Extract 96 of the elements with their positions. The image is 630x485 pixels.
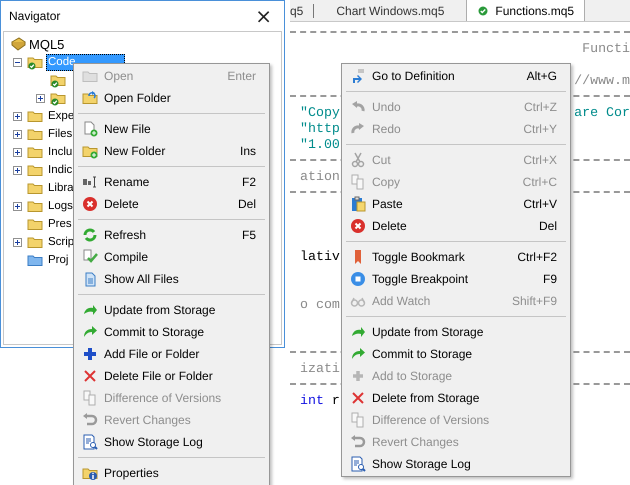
code-text: ation [300, 168, 340, 184]
shortcut-label: Alt+G [526, 69, 557, 83]
code-text: izati [300, 360, 340, 376]
code-text: o com [300, 296, 340, 312]
folder-arrow-icon [82, 90, 98, 106]
menu-item[interactable]: Toggle Breakpoint F9 [344, 268, 568, 290]
shortcut-label: F5 [242, 228, 256, 242]
breakpoint-icon [350, 271, 366, 287]
menu-item[interactable]: Refresh F5 [76, 224, 267, 246]
cross-icon [350, 390, 366, 406]
shortcut-label: Shift+F9 [512, 294, 557, 308]
menu-item[interactable]: Show All Files [76, 268, 267, 290]
shortcut-label: F9 [542, 272, 557, 286]
code-text: lativ [300, 248, 340, 264]
code-text: are Cor [574, 104, 630, 120]
menu-item[interactable]: Compile [76, 246, 267, 268]
tree-item[interactable]: Libra [46, 180, 76, 196]
menu-item[interactable]: New Folder Ins [76, 140, 267, 162]
plus-icon [350, 368, 366, 384]
tree-item[interactable]: Files [46, 126, 74, 142]
revert-icon [350, 434, 366, 450]
menu-item[interactable]: Delete from Storage [344, 387, 568, 409]
menu-item[interactable]: Delete Del [76, 193, 267, 215]
expand-toggle[interactable] [13, 58, 22, 66]
shortcut-label: F2 [242, 175, 256, 189]
tree-root[interactable]: MQL5 [29, 36, 64, 52]
menu-item[interactable]: Go to Definition Alt+G [344, 65, 568, 87]
menu-item[interactable]: Commit to Storage [76, 321, 267, 343]
check-page-icon [82, 249, 98, 265]
menu-item[interactable]: Toggle Bookmark Ctrl+F2 [344, 246, 568, 268]
shortcut-label: Ctrl+V [523, 197, 557, 211]
pages-icon [350, 174, 366, 190]
close-button[interactable]: × [251, 6, 276, 26]
pages-icon [82, 390, 98, 406]
revert-icon [82, 412, 98, 428]
delete-icon [350, 218, 366, 234]
tree-item[interactable]: Proj [46, 252, 70, 268]
refresh-icon [82, 227, 98, 243]
menu-item[interactable]: Update from Storage [344, 321, 568, 343]
shortcut-label: Del [238, 197, 256, 211]
shortcut-label: Ctrl+Y [523, 122, 557, 136]
log-icon [350, 456, 366, 472]
tree-item[interactable]: Scrip [46, 234, 76, 250]
menu-item[interactable]: Commit to Storage [344, 343, 568, 365]
tab[interactable]: q5 [290, 4, 314, 18]
menu-item[interactable]: Add File or Folder [76, 343, 267, 365]
shortcut-label: Enter [227, 69, 256, 83]
scissors-icon [350, 152, 366, 168]
code-text: "1.00 [300, 136, 340, 152]
check-icon [477, 4, 490, 16]
tree-item[interactable]: Expe [46, 108, 76, 124]
menu-item[interactable]: Delete Del [344, 215, 568, 237]
shortcut-label: Ctrl+Z [524, 100, 557, 114]
shortcut-label: Ctrl+X [523, 153, 557, 167]
cross-icon [82, 368, 98, 384]
tree-item[interactable]: Pres [46, 216, 74, 232]
menu-item[interactable]: Delete File or Folder [76, 365, 267, 387]
tab[interactable]: Chart Windows.mq5 [326, 1, 454, 21]
menu-item[interactable]: Properties [76, 462, 267, 484]
code-text: //www.m [574, 72, 630, 88]
menu-item[interactable]: Show Storage Log [76, 431, 267, 453]
clipboard-icon [350, 196, 366, 212]
code-text: Functi [582, 40, 630, 56]
expand-toggle[interactable] [13, 130, 22, 138]
expand-toggle[interactable] [13, 112, 22, 120]
go-to-icon [350, 68, 366, 84]
box-icon [10, 36, 26, 52]
menu-item[interactable]: Paste Ctrl+V [344, 193, 568, 215]
tab[interactable]: Functions.mq5 [466, 0, 586, 21]
menu-item[interactable]: Show Storage Log [344, 453, 568, 475]
new-file-icon [82, 121, 98, 137]
shortcut-label: Del [538, 219, 557, 233]
expand-toggle[interactable] [13, 148, 22, 156]
expand-toggle[interactable] [36, 94, 45, 102]
menu-item[interactable]: Open Folder [76, 87, 267, 109]
menu-item[interactable]: Rename F2 [76, 171, 267, 193]
tree-item[interactable]: Inclu [46, 144, 74, 160]
plus-icon [82, 346, 98, 362]
shortcut-label: Ctrl+C [522, 175, 557, 189]
expand-toggle[interactable] [13, 166, 22, 174]
expand-toggle[interactable] [13, 238, 22, 246]
menu-item[interactable]: Update from Storage [76, 299, 267, 321]
shortcut-label: Ctrl+F2 [517, 250, 557, 264]
delete-icon [82, 196, 98, 212]
menu-item[interactable]: New File [76, 118, 267, 140]
shortcut-label: Ins [240, 144, 256, 158]
code-text: int r [300, 392, 340, 408]
panel-title: Navigator [9, 9, 60, 23]
rename-icon [82, 174, 98, 190]
pages-icon [350, 412, 366, 428]
log-icon [82, 434, 98, 450]
code-text: "Copy [300, 104, 340, 120]
tree-item[interactable]: Indic [46, 162, 74, 178]
tree-item[interactable]: Logs [46, 198, 75, 214]
expand-toggle[interactable] [13, 202, 22, 210]
code-text: "http [300, 120, 340, 136]
